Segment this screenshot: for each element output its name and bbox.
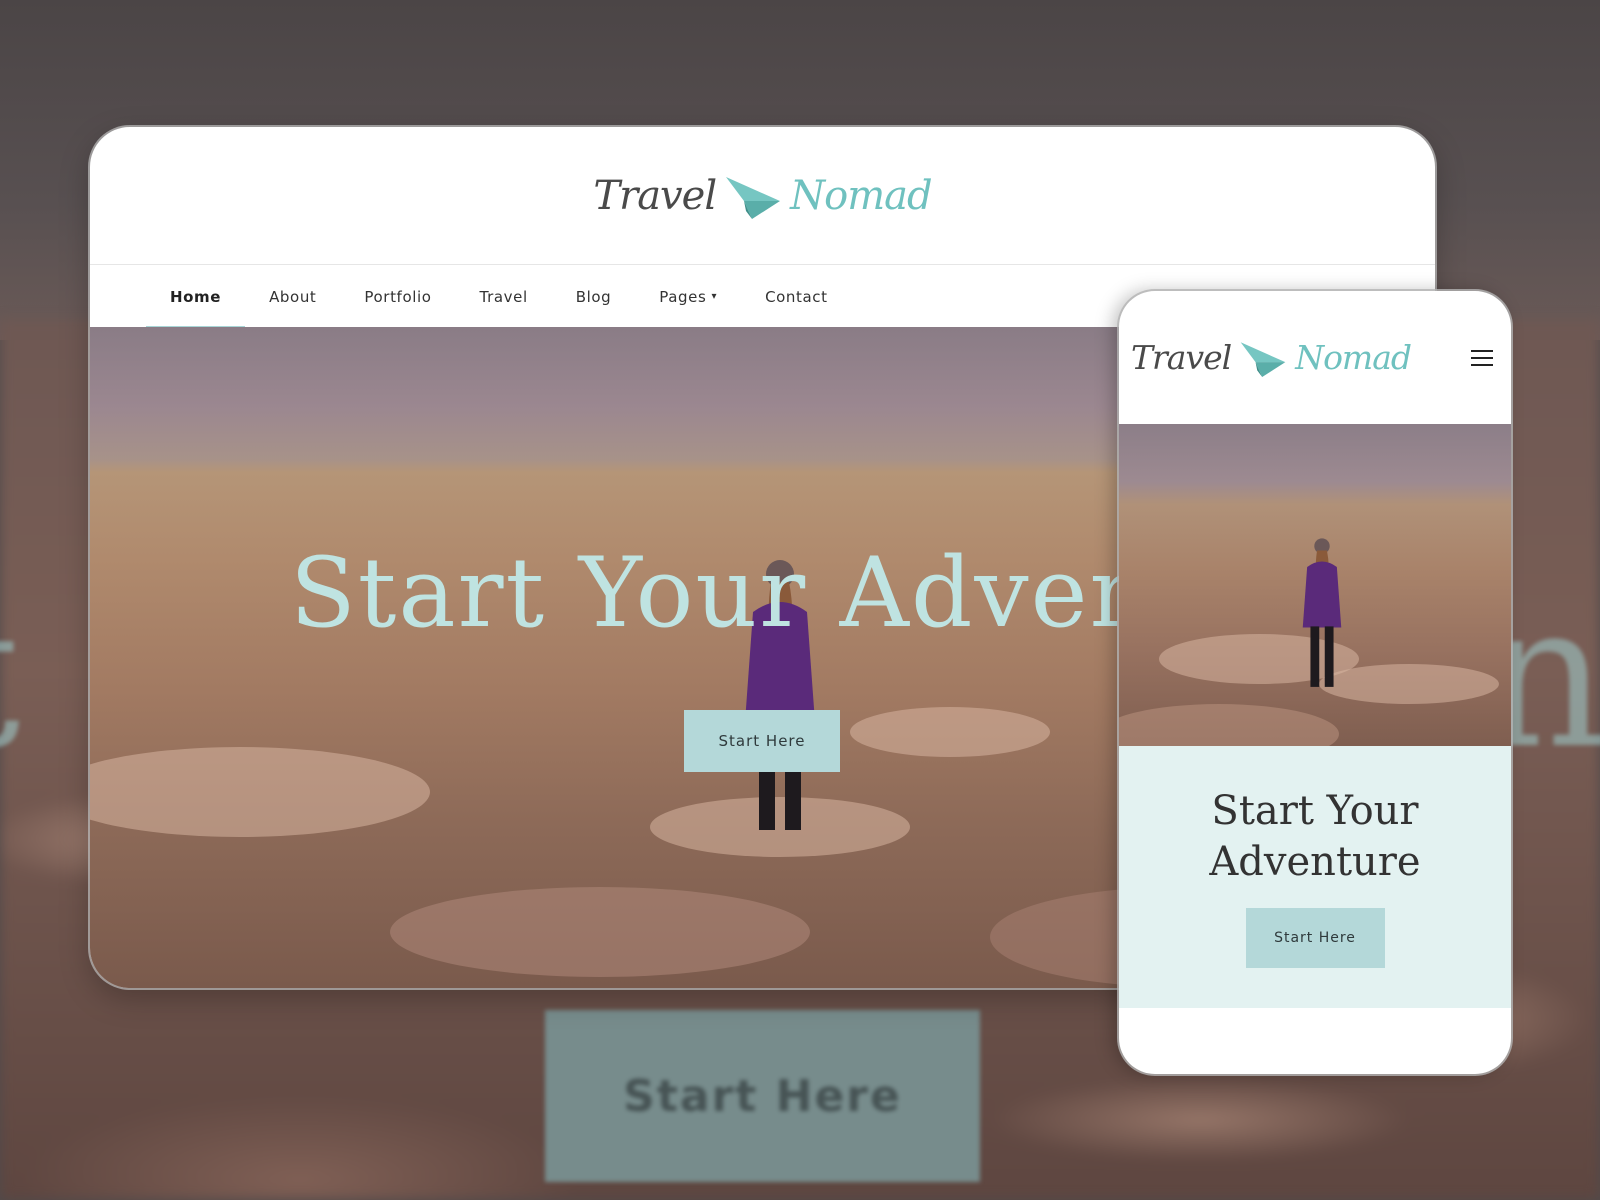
logo-word-travel: Travel: [1131, 338, 1232, 377]
backdrop-start-button: Start Here: [545, 1010, 980, 1182]
hiker-figure: [1302, 538, 1342, 687]
mobile-cta-title-line2: Adventure: [1209, 839, 1421, 885]
nav-label: Contact: [765, 287, 828, 306]
mobile-cta-title: Start Your Adventure: [1209, 786, 1420, 888]
mobile-hero-image: [1119, 424, 1511, 746]
nav-item-contact[interactable]: Contact: [741, 265, 852, 328]
nav-label: Pages: [659, 287, 707, 306]
nav-item-pages[interactable]: Pages ▾: [635, 265, 741, 328]
hero-rock: [1119, 704, 1339, 746]
paper-plane-icon: [726, 176, 781, 219]
nav-label: Travel: [479, 287, 528, 306]
desktop-header: Travel Nomad: [90, 127, 1435, 264]
nav-label: Home: [170, 287, 222, 306]
paper-plane-icon: [1240, 341, 1286, 377]
nav-item-portfolio[interactable]: Portfolio: [340, 265, 455, 328]
mobile-site-logo[interactable]: Travel Nomad: [1131, 337, 1412, 379]
nav-item-travel[interactable]: Travel: [456, 265, 552, 328]
nav-item-home[interactable]: Home: [146, 265, 246, 328]
logo-word-nomad: Nomad: [790, 172, 932, 219]
backdrop-start-button-label: Start Here: [623, 1070, 902, 1122]
hamburger-icon[interactable]: [1471, 349, 1493, 366]
nav-label: About: [269, 287, 317, 306]
start-here-button[interactable]: Start Here: [684, 710, 840, 772]
mobile-cta-title-line1: Start Your: [1211, 788, 1419, 834]
site-logo[interactable]: Travel Nomad: [593, 171, 933, 221]
hero-rock: [90, 747, 430, 837]
mobile-start-here-button[interactable]: Start Here: [1245, 908, 1385, 968]
hero-rock: [390, 887, 810, 977]
mobile-header: Travel Nomad: [1119, 291, 1511, 424]
caret-down-icon: ▾: [711, 291, 718, 302]
backdrop-hero-letter-left: t: [0, 560, 20, 793]
nav-label: Blog: [575, 287, 612, 306]
logo-word-travel: Travel: [593, 172, 717, 219]
hero-rock: [850, 707, 1050, 757]
mobile-mockup: Travel Nomad Start Your Adventure Start …: [1119, 291, 1511, 1074]
nav-item-about[interactable]: About: [245, 265, 340, 328]
nav-label: Portfolio: [364, 287, 432, 306]
nav-item-blog[interactable]: Blog: [552, 265, 636, 328]
mobile-cta-section: Start Your Adventure Start Here: [1119, 746, 1511, 1008]
logo-word-nomad: Nomad: [1295, 338, 1412, 377]
